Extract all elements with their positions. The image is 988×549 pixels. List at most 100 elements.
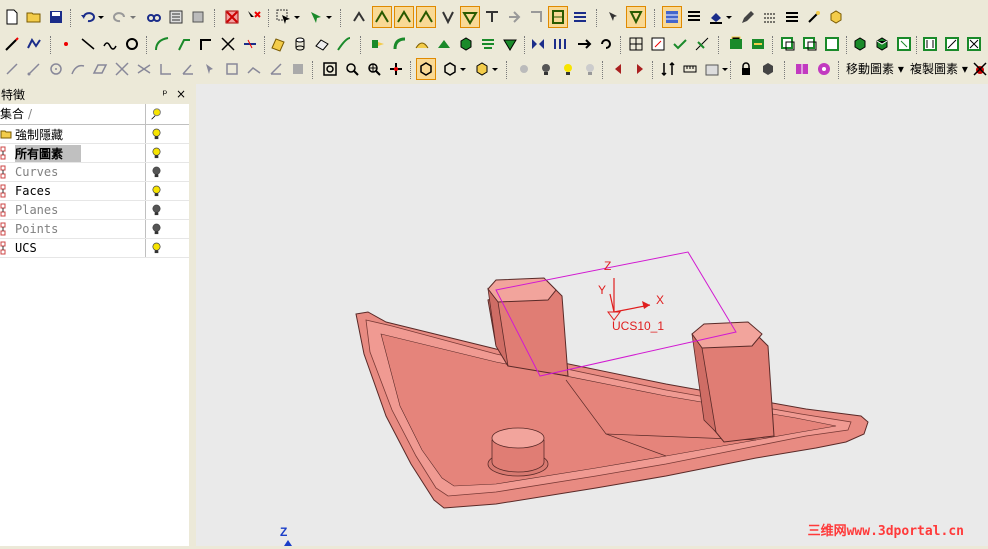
statistics-dropdown[interactable] <box>720 58 730 80</box>
pick-mode-button[interactable] <box>306 6 326 28</box>
wire-axes-button[interactable] <box>266 58 286 80</box>
cplane-button[interactable] <box>850 33 870 55</box>
snap-mid-button[interactable] <box>394 6 414 28</box>
wire-spline-button[interactable] <box>68 58 88 80</box>
solid-extrude-button[interactable] <box>368 33 388 55</box>
delete-button[interactable] <box>244 6 264 28</box>
dimension-button[interactable] <box>692 33 712 55</box>
redo-button[interactable] <box>110 6 130 28</box>
wire-ray-button[interactable] <box>24 58 44 80</box>
bulb-off-icon[interactable] <box>146 166 166 179</box>
bulb-off-icon[interactable] <box>146 223 166 236</box>
redo-dropdown[interactable] <box>128 6 138 28</box>
line-style-button[interactable] <box>760 6 780 28</box>
model-canvas[interactable]: X Y Z UCS10_1 Z <box>196 84 988 546</box>
close-button[interactable]: × <box>173 87 189 101</box>
circle-button[interactable] <box>122 33 142 55</box>
loft-button[interactable] <box>312 33 332 55</box>
blank-button[interactable] <box>222 6 242 28</box>
bulb-on-icon[interactable] <box>146 185 166 198</box>
layers-button[interactable] <box>684 6 704 28</box>
set-row[interactable]: 強制隱藏 <box>0 125 189 144</box>
shade-dropdown[interactable] <box>490 58 500 80</box>
zoom-fit-button[interactable] <box>320 58 340 80</box>
bulb-off-icon[interactable] <box>146 204 166 217</box>
fill-color-button[interactable] <box>706 6 726 28</box>
group-button[interactable] <box>758 58 778 80</box>
pan-button[interactable] <box>386 58 406 80</box>
tplane-button[interactable] <box>872 33 892 55</box>
fill-color-dropdown[interactable] <box>724 6 734 28</box>
drafting-button[interactable] <box>726 33 746 55</box>
save-button[interactable] <box>46 6 66 28</box>
chamfer-button[interactable] <box>174 33 194 55</box>
open-file-button[interactable] <box>24 6 44 28</box>
pin-button[interactable]: ᵖ <box>157 87 173 101</box>
sort-button[interactable] <box>658 58 678 80</box>
snap-point-button[interactable] <box>438 6 458 28</box>
snap-tangent-button[interactable] <box>482 6 502 28</box>
point-button[interactable] <box>56 33 76 55</box>
snap-end-button[interactable] <box>372 6 392 28</box>
wire-solid-button[interactable] <box>288 58 308 80</box>
select-filter-button[interactable] <box>274 6 294 28</box>
help-button[interactable] <box>814 58 834 80</box>
view-top-button[interactable] <box>800 33 820 55</box>
solid-box-button[interactable] <box>456 33 476 55</box>
view-shaded-button[interactable] <box>472 58 492 80</box>
wand-button[interactable] <box>804 6 824 28</box>
break-button[interactable] <box>218 33 238 55</box>
solid-shell-button[interactable] <box>500 33 520 55</box>
analyze-button[interactable] <box>626 33 646 55</box>
copy-entity-dropdown[interactable]: 複製圖素 ▾ <box>910 58 968 80</box>
solid-fillet-button[interactable] <box>478 33 498 55</box>
3d-viewport[interactable]: X Y Z UCS10_1 Z 三维网www.3dportal.cn <box>196 84 988 546</box>
autocursor-button[interactable] <box>604 6 624 28</box>
attributes-button[interactable] <box>166 6 186 28</box>
wire-angle-button[interactable] <box>178 58 198 80</box>
fillet-button[interactable] <box>152 33 172 55</box>
next-button[interactable] <box>630 58 650 80</box>
snap-center-button[interactable] <box>416 6 436 28</box>
shaded-mode-button[interactable] <box>826 6 846 28</box>
lock-button[interactable] <box>736 58 756 80</box>
line-button[interactable] <box>78 33 98 55</box>
snap-settings-button[interactable] <box>570 6 590 28</box>
set-row[interactable]: Planes <box>0 201 189 220</box>
xform-rotate-button[interactable] <box>596 33 616 55</box>
autocursor-active-button[interactable] <box>626 6 646 28</box>
bug-report-button[interactable] <box>970 58 988 80</box>
move-entity-dropdown[interactable]: 移動圖素 ▾ <box>846 58 904 80</box>
solids-manager-button[interactable] <box>920 33 940 55</box>
curve-button[interactable] <box>24 33 44 55</box>
set-row[interactable]: Points <box>0 220 189 239</box>
view-side-button[interactable] <box>822 33 842 55</box>
xform-mirror-button[interactable] <box>528 33 548 55</box>
sketch-button[interactable] <box>2 33 22 55</box>
arc-button[interactable] <box>100 33 120 55</box>
zoom-window-button[interactable] <box>342 58 362 80</box>
line-weight-button[interactable] <box>782 6 802 28</box>
light-point-button[interactable] <box>514 58 534 80</box>
undo-dropdown[interactable] <box>96 6 106 28</box>
view-dimetric-button[interactable] <box>440 58 460 80</box>
wire-extend-button[interactable] <box>156 58 176 80</box>
cylinder-button[interactable] <box>290 33 310 55</box>
xform-translate-button[interactable] <box>574 33 594 55</box>
solid-sweep-button[interactable] <box>412 33 432 55</box>
wire-line-button[interactable] <box>2 58 22 80</box>
zoom-target-button[interactable] <box>364 58 384 80</box>
snap-perp-button[interactable] <box>504 6 524 28</box>
bulb-on-icon[interactable] <box>146 147 166 160</box>
set-row[interactable]: Faces <box>0 182 189 201</box>
wire-trim-button[interactable] <box>134 58 154 80</box>
toolpath-button[interactable] <box>964 33 984 55</box>
light-settings-button[interactable] <box>580 58 600 80</box>
set-row[interactable]: 所有圖素 <box>0 144 189 163</box>
light-off-button[interactable] <box>536 58 556 80</box>
wire-box-button[interactable] <box>222 58 242 80</box>
join-button[interactable] <box>240 33 260 55</box>
view-front-button[interactable] <box>778 33 798 55</box>
previous-button[interactable] <box>608 58 628 80</box>
check-button[interactable] <box>670 33 690 55</box>
